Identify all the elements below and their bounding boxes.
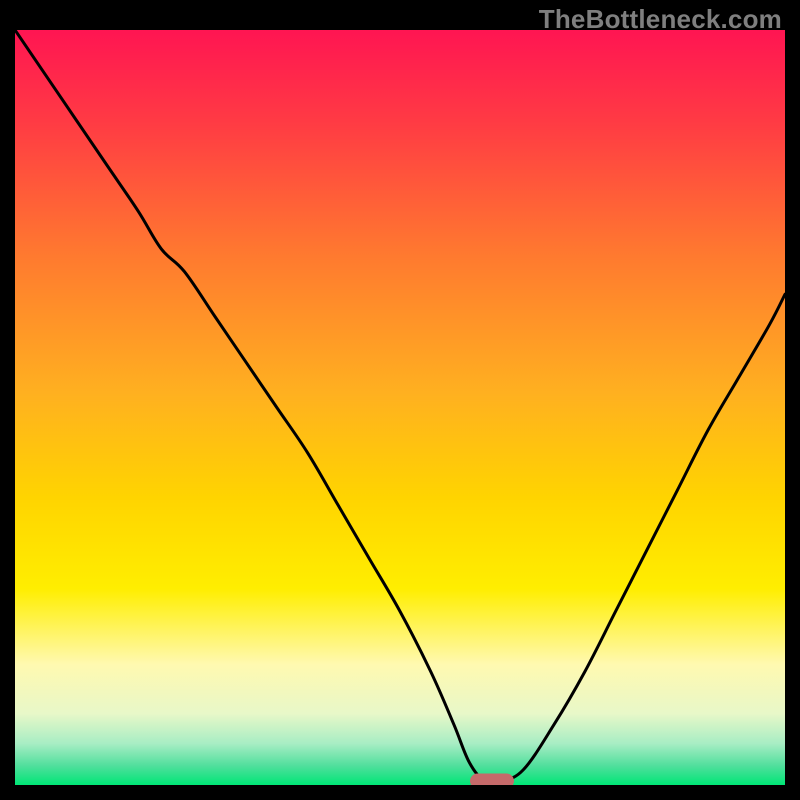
curve-overlay — [15, 30, 785, 785]
optimal-marker — [470, 774, 514, 785]
chart-frame: TheBottleneck.com — [0, 0, 800, 800]
plot-area — [15, 30, 785, 785]
